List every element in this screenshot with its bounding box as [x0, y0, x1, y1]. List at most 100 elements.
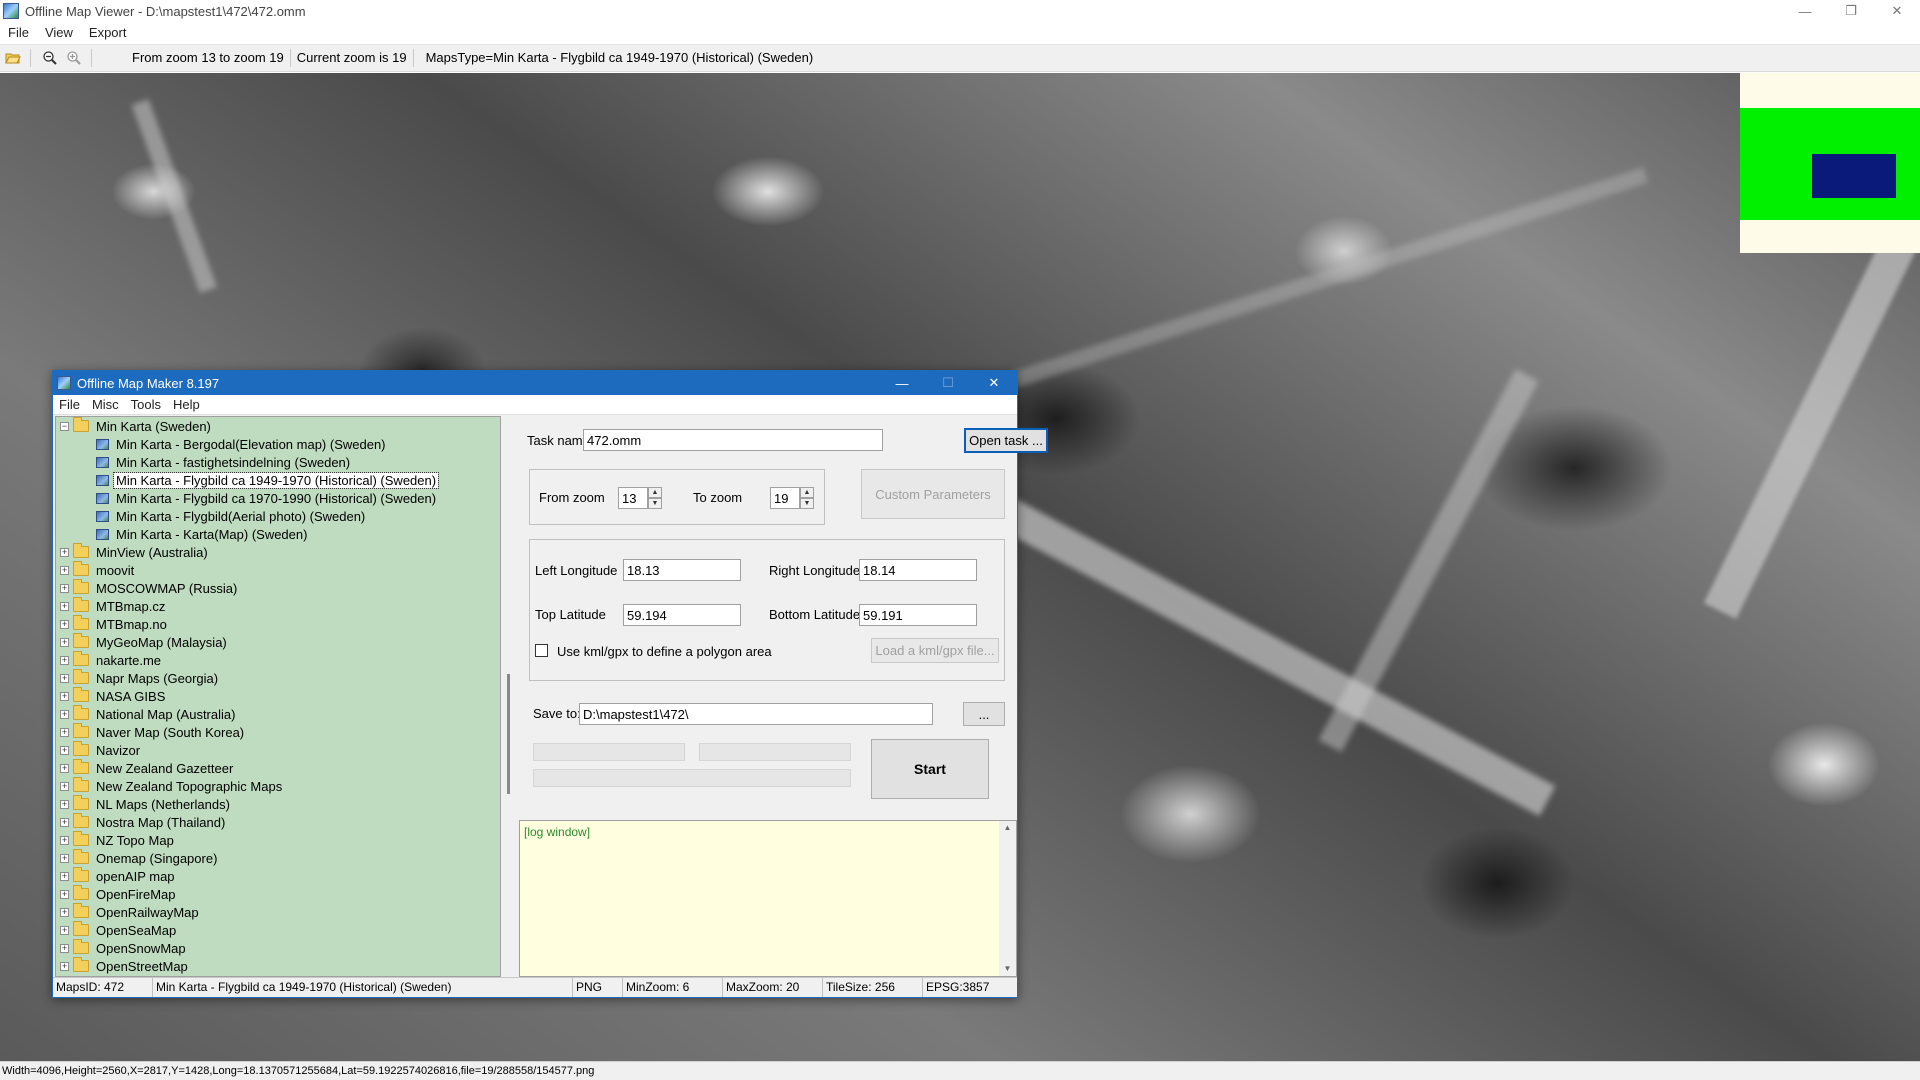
tree-folder[interactable]: + Onemap (Singapore) [56, 849, 500, 867]
tree-map-item[interactable]: Min Karta - Flygbild ca 1970-1990 (Histo… [56, 489, 500, 507]
save-to-input[interactable] [579, 703, 933, 725]
dialog-minimize-button[interactable]: — [879, 371, 925, 395]
menu-export[interactable]: Export [81, 25, 135, 40]
start-button[interactable]: Start [871, 739, 989, 799]
tree-expander[interactable]: + [60, 709, 69, 719]
tree-expander[interactable]: + [60, 583, 69, 593]
tree-expander[interactable]: + [60, 853, 69, 863]
from-zoom-input[interactable] [618, 487, 648, 509]
tree-folder[interactable]: + MinView (Australia) [56, 543, 500, 561]
dialog-close-button[interactable]: ✕ [971, 371, 1017, 395]
tree-expander[interactable]: + [60, 547, 69, 557]
tree-expander[interactable]: + [60, 763, 69, 773]
tree-folder[interactable]: + OpenStreetMap [56, 957, 500, 975]
tree-expander[interactable]: + [60, 745, 69, 755]
menu-view[interactable]: View [37, 25, 81, 40]
tree-folder[interactable]: + New Zealand Gazetteer [56, 759, 500, 777]
tree-map-item[interactable]: Min Karta - fastighetsindelning (Sweden) [56, 453, 500, 471]
tree-expander[interactable]: + [60, 727, 69, 737]
tree-expander[interactable]: + [60, 871, 69, 881]
tree-folder[interactable]: + OpenRailwayMap [56, 903, 500, 921]
open-task-button[interactable]: Open task ... [964, 428, 1048, 453]
tree-expander[interactable]: + [60, 781, 69, 791]
dialog-menu-misc[interactable]: Misc [86, 397, 125, 412]
tree-folder[interactable]: + New Zealand Topographic Maps [56, 777, 500, 795]
kml-checkbox[interactable] [535, 644, 548, 657]
browse-button[interactable]: ... [963, 702, 1005, 726]
tree-folder-root[interactable]: − Min Karta (Sweden) [56, 417, 500, 435]
tree-folder[interactable]: + OpenSeaMap [56, 921, 500, 939]
tree-expander[interactable]: + [60, 601, 69, 611]
tree-expander[interactable]: + [60, 637, 69, 647]
tree-folder[interactable]: + OpenSnowMap [56, 939, 500, 957]
kml-checkbox-label[interactable]: Use kml/gpx to define a polygon area [557, 644, 772, 659]
scroll-up-icon[interactable]: ▲ [999, 821, 1016, 835]
bottom-latitude-input[interactable] [859, 604, 977, 626]
tree-expander[interactable]: + [60, 889, 69, 899]
tree-expander[interactable]: + [60, 799, 69, 809]
tree-scrollbar[interactable] [501, 416, 519, 977]
restore-button[interactable]: ❐ [1828, 0, 1874, 22]
tree-folder[interactable]: + MTBmap.cz [56, 597, 500, 615]
tree-expander[interactable]: + [60, 835, 69, 845]
tree-expander[interactable]: + [60, 943, 69, 953]
zoom-out-button[interactable] [39, 47, 61, 69]
tree-expander[interactable]: + [60, 961, 69, 971]
to-zoom-stepper[interactable]: ▲ ▼ [800, 487, 814, 509]
dialog-menu-tools[interactable]: Tools [125, 397, 167, 412]
tree-map-item[interactable]: Min Karta - Karta(Map) (Sweden) [56, 525, 500, 543]
tree-folder[interactable]: + Navizor [56, 741, 500, 759]
tree-expander[interactable]: + [60, 817, 69, 827]
tree-folder[interactable]: + Nostra Map (Thailand) [56, 813, 500, 831]
tree-expander[interactable]: + [60, 925, 69, 935]
tree-folder[interactable]: + NZ Topo Map [56, 831, 500, 849]
tree-folder[interactable]: + National Map (Australia) [56, 705, 500, 723]
overview-viewport[interactable] [1812, 154, 1896, 198]
tree-scroll-thumb[interactable] [507, 674, 510, 794]
log-scrollbar[interactable]: ▲ ▼ [999, 821, 1016, 976]
spin-up-icon[interactable]: ▲ [800, 487, 814, 498]
map-source-tree[interactable]: − Min Karta (Sweden) Min Karta - Bergoda… [55, 416, 501, 977]
tree-folder[interactable]: + nakarte.me [56, 651, 500, 669]
tree-folder[interactable]: + Napr Maps (Georgia) [56, 669, 500, 687]
tree-folder[interactable]: + MyGeoMap (Malaysia) [56, 633, 500, 651]
zoom-out-icon [43, 51, 57, 65]
minimize-button[interactable]: — [1782, 0, 1828, 22]
log-window[interactable]: [log window] ▲ ▼ [519, 820, 1017, 977]
dialog-menu-help[interactable]: Help [167, 397, 206, 412]
tree-expander[interactable]: + [60, 619, 69, 629]
task-name-input[interactable] [583, 429, 883, 451]
tree-folder[interactable]: + NL Maps (Netherlands) [56, 795, 500, 813]
to-zoom-input[interactable] [770, 487, 800, 509]
right-longitude-input[interactable] [859, 559, 977, 581]
tree-folder[interactable]: + MTBmap.no [56, 615, 500, 633]
from-zoom-stepper[interactable]: ▲ ▼ [648, 487, 662, 509]
zoom-in-button[interactable] [63, 47, 85, 69]
tree-folder[interactable]: + NASA GIBS [56, 687, 500, 705]
tree-expander[interactable]: + [60, 691, 69, 701]
tree-map-item[interactable]: Min Karta - Bergodal(Elevation map) (Swe… [56, 435, 500, 453]
tree-map-item[interactable]: Min Karta - Flygbild(Aerial photo) (Swed… [56, 507, 500, 525]
spin-down-icon[interactable]: ▼ [800, 498, 814, 509]
overview-minimap[interactable] [1740, 73, 1920, 253]
tree-expander[interactable]: − [60, 421, 69, 431]
tree-expander[interactable]: + [60, 655, 69, 665]
spin-up-icon[interactable]: ▲ [648, 487, 662, 498]
tree-folder[interactable]: + MOSCOWMAP (Russia) [56, 579, 500, 597]
tree-folder[interactable]: + moovit [56, 561, 500, 579]
spin-down-icon[interactable]: ▼ [648, 498, 662, 509]
menu-file[interactable]: File [0, 25, 37, 40]
open-folder-button[interactable] [2, 47, 24, 69]
tree-map-item[interactable]: Min Karta - Flygbild ca 1949-1970 (Histo… [56, 471, 500, 489]
tree-folder[interactable]: + Naver Map (South Korea) [56, 723, 500, 741]
tree-folder[interactable]: + OpenFireMap [56, 885, 500, 903]
tree-expander[interactable]: + [60, 673, 69, 683]
tree-expander[interactable]: + [60, 565, 69, 575]
tree-expander[interactable]: + [60, 907, 69, 917]
close-button[interactable]: ✕ [1874, 0, 1920, 22]
left-longitude-input[interactable] [623, 559, 741, 581]
dialog-menu-file[interactable]: File [53, 397, 86, 412]
top-latitude-input[interactable] [623, 604, 741, 626]
scroll-down-icon[interactable]: ▼ [999, 962, 1016, 976]
tree-folder[interactable]: + openAIP map [56, 867, 500, 885]
